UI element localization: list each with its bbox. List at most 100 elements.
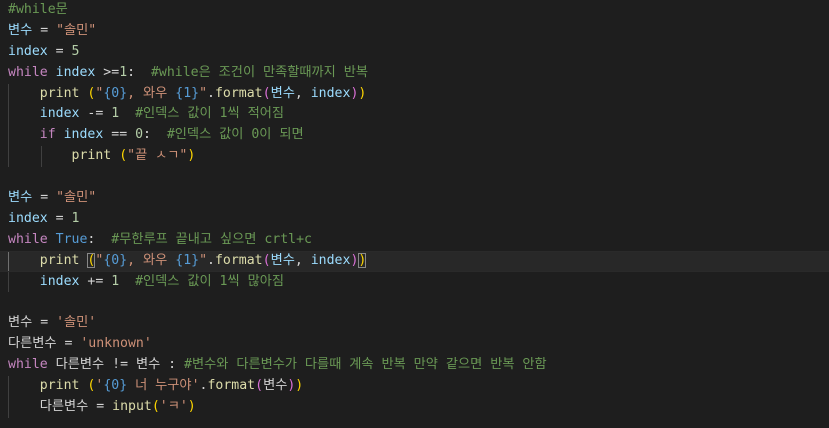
string-literal: "끝 ㅅㄱ" [127,148,188,164]
function-name: input [112,398,152,414]
code-line-16[interactable]: 변수 = '솔민' [0,313,829,334]
variable: index [63,127,104,143]
code-line-11[interactable]: index = 1 [0,209,829,230]
keyword: while [8,357,48,373]
colon: : [87,231,112,247]
operator: = [32,190,57,206]
code-line-1[interactable]: #while문 [0,0,829,21]
number-literal: 1 [111,273,120,289]
operator: >= [95,64,120,80]
variable: index [8,43,48,59]
operator: = [32,22,57,38]
variable: index [310,85,351,101]
comment: #인덱스 값이 1씩 적어짐 [135,106,284,122]
code-line-7[interactable]: if index == 0: #인덱스 값이 0이 되면 [0,125,829,147]
comment: #while은 조건이 만족할때까지 반복 [150,64,369,80]
variable: index [8,210,48,226]
format-placeholder: {1} [175,252,200,268]
string-literal: " [199,85,208,101]
indent-guide [8,83,9,105]
variable: 변수 [270,252,295,268]
code-line-19[interactable]: print ('{0} 너 누구야'.format(변수)) [0,376,829,397]
number-literal: 1 [119,64,128,80]
operator: = [56,336,81,352]
code-line-6[interactable]: index -= 1 #인덱스 값이 1씩 적어짐 [0,104,829,126]
comment: #while문 [8,2,68,17]
string-literal: '솔민' [56,315,97,331]
string-literal: "솔민" [56,190,97,206]
variable: index [39,106,80,122]
comment: #인덱스 값이 1씩 많아짐 [135,273,284,289]
function-name: print [39,252,80,268]
variable: 다른변수 [8,336,57,352]
format-placeholder: {0} [103,85,128,101]
bracket: ( [151,398,160,414]
code-line-14[interactable]: index += 1 #인덱스 값이 1씩 많아짐 [0,271,829,293]
code-line-15[interactable] [0,292,829,313]
indent-guide [8,271,9,293]
variable: 다른변수 [39,398,89,414]
string-literal: 'ㅋ' [159,398,188,414]
code-line-9[interactable] [0,167,829,188]
code-line-20[interactable]: 다른변수 = input('ㅋ') [0,396,829,418]
code-line-2[interactable]: 변수 = "솔민" [0,21,829,42]
bracket: ( [262,85,271,101]
variable: 변수 [8,190,33,206]
code-line-3[interactable]: index = 5 [0,42,829,63]
variable: 다른변수 [55,357,105,373]
dot: . [207,85,215,101]
code-line-4[interactable]: while index >=1: #while은 조건이 만족할때까지 반복 [0,63,829,84]
colon: : [127,64,151,80]
constant: True [55,231,88,247]
dot: . [207,252,215,268]
comment: #무한루프 끝내고 싶으면 crtl+c [111,231,312,247]
comment: #인덱스 값이 0이 되면 [166,127,304,143]
function-name: format [207,378,256,394]
function-name: format [214,85,263,101]
function-name: print [71,148,112,164]
operator: = [32,315,57,331]
code-line-5[interactable]: print ("{0}, 와우 {1}".format(변수, index)) [0,83,829,105]
bracket: ( [119,148,128,164]
format-placeholder: {0} [103,378,128,394]
variable: 변수 [270,85,295,101]
keyword: while [8,231,48,247]
keyword: if [39,127,56,143]
variable: 변수 [263,378,288,394]
operator: += [79,273,112,289]
function-name: print [39,85,80,101]
variable: 변수 [135,357,161,373]
code-editor[interactable]: #while문 변수 = "솔민" index = 5 while index … [0,0,829,428]
format-placeholder: {1} [175,85,200,101]
code-line-12[interactable]: while True: #무한루프 끝내고 싶으면 crtl+c [0,230,829,251]
code-line-13[interactable]: print ("{0}, 와우 {1}".format(변수, index)) [0,250,829,272]
format-placeholder: {0} [103,252,128,268]
indent-guide [8,125,9,147]
string-literal: 너 누구야' [127,378,200,394]
number-literal: 0 [135,127,144,143]
code-line-8[interactable]: print ("끝 ㅅㄱ") [0,146,829,168]
function-name: print [39,378,80,394]
code-line-17[interactable]: 다른변수 = 'unknown' [0,334,829,355]
string-literal: 'unknown' [80,336,152,352]
bracket-match: ) [358,252,367,268]
string-literal: , 와우 [127,252,176,268]
variable: index [39,273,80,289]
code-line-10[interactable]: 변수 = "솔민" [0,188,829,209]
indent-guide [8,396,9,418]
code-line-18[interactable]: while 다른변수 != 변수 : #변수와 다른변수가 다를때 계속 반복 … [0,355,829,376]
bracket: ) [187,148,196,164]
bracket: ) [358,85,367,101]
